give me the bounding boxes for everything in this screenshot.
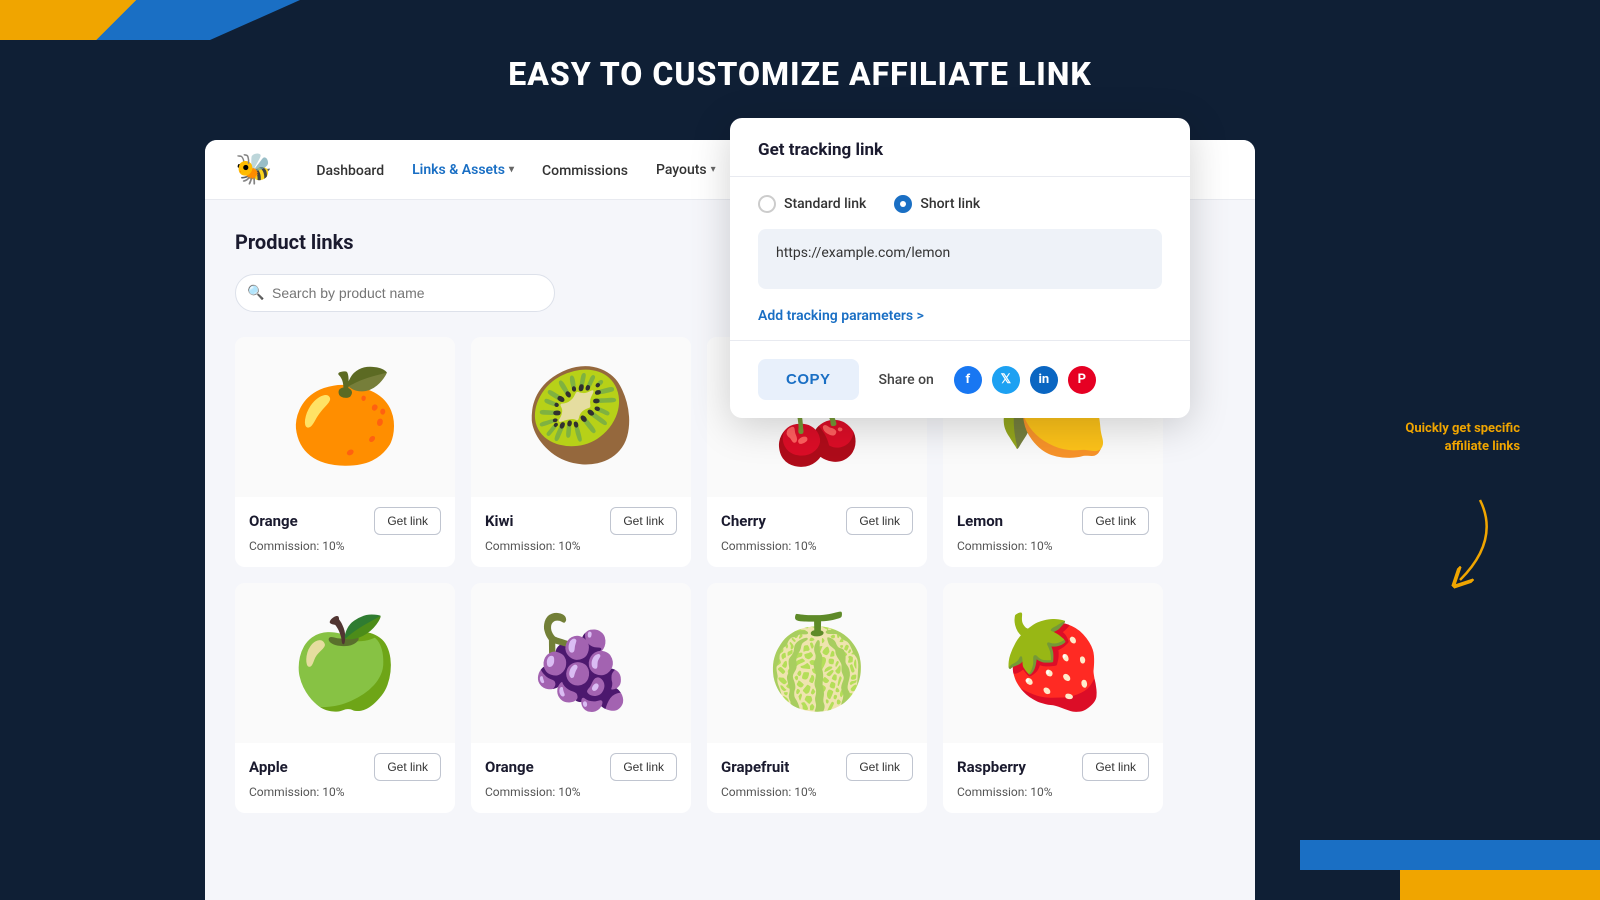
search-icon: 🔍 [247,285,264,301]
kiwi-emoji: 🥝 [525,372,637,462]
radio-circle-short [894,195,912,213]
product-image-grapes: 🍇 [471,583,691,743]
nav-link-links-assets[interactable]: Links & Assets ▾ [412,162,514,178]
product-card-grapes: 🍇 Orange Get link Commission: 10% [471,583,691,813]
bee-icon: 🐝 [235,152,272,187]
payouts-arrow-icon: ▾ [711,164,716,175]
product-name-apple: Apple [249,758,288,776]
bottom-right-accent-gold [1400,870,1600,900]
search-input[interactable] [235,274,555,312]
twitter-icon[interactable]: 𝕏 [992,366,1020,394]
product-image-raspberry: 🍓 [943,583,1163,743]
product-commission-cherry: Commission: 10% [707,535,927,553]
apple-emoji: 🍏 [289,618,401,708]
popup-header: Get tracking link [730,118,1190,177]
product-card-raspberry: 🍓 Raspberry Get link Commission: 10% [943,583,1163,813]
orange-emoji: 🍊 [289,372,401,462]
product-name-grapes: Orange [485,758,534,776]
get-link-button-kiwi[interactable]: Get link [610,507,677,535]
radio-short-link[interactable]: Short link [894,195,980,213]
product-commission-lemon: Commission: 10% [943,535,1163,553]
product-commission-kiwi: Commission: 10% [471,535,691,553]
product-card-grapefruit: 🍈 Grapefruit Get link Commission: 10% [707,583,927,813]
product-image-apple: 🍏 [235,583,455,743]
product-commission-grapes: Commission: 10% [471,781,691,799]
product-commission-orange: Commission: 10% [235,535,455,553]
nav-item-commissions[interactable]: Commissions [542,160,628,179]
product-name-raspberry: Raspberry [957,758,1026,776]
popup-footer: COPY Share on f 𝕏 in P [730,341,1190,418]
product-name-grapefruit: Grapefruit [721,758,789,776]
get-link-button-apple[interactable]: Get link [374,753,441,781]
nav-link-commissions[interactable]: Commissions [542,163,628,179]
product-info-cherry: Cherry Get link [707,497,927,535]
nav-item-payouts[interactable]: Payouts ▾ [656,162,716,178]
social-icons: f 𝕏 in P [954,366,1096,394]
facebook-icon[interactable]: f [954,366,982,394]
product-commission-apple: Commission: 10% [235,781,455,799]
product-image-orange: 🍊 [235,337,455,497]
product-info-orange: Orange Get link [235,497,455,535]
product-name-lemon: Lemon [957,512,1003,530]
popup-link-options: Standard link Short link [730,177,1190,213]
product-name-cherry: Cherry [721,512,766,530]
product-image-kiwi: 🥝 [471,337,691,497]
arrow-annotation: Quickly get specific affiliate links [1400,480,1520,604]
navbar-logo: 🐝 [235,152,276,187]
nav-item-links-assets[interactable]: Links & Assets ▾ [412,162,514,178]
product-info-grapefruit: Grapefruit Get link [707,743,927,781]
product-info-lemon: Lemon Get link [943,497,1163,535]
nav-link-dashboard[interactable]: Dashboard [316,163,384,179]
get-link-button-cherry[interactable]: Get link [846,507,913,535]
popup-title: Get tracking link [758,140,1162,160]
grapefruit-emoji: 🍈 [761,618,873,708]
get-link-button-raspberry[interactable]: Get link [1082,753,1149,781]
product-info-apple: Apple Get link [235,743,455,781]
radio-circle-standard [758,195,776,213]
product-card-apple: 🍏 Apple Get link Commission: 10% [235,583,455,813]
popup-url-box: https://example.com/lemon [758,229,1162,289]
product-image-grapefruit: 🍈 [707,583,927,743]
nav-link-payouts[interactable]: Payouts ▾ [656,162,716,178]
product-name-kiwi: Kiwi [485,512,514,530]
share-on-label: Share on [879,372,934,388]
popup-tracking-link: Add tracking parameters > [730,305,1190,340]
get-link-button-orange[interactable]: Get link [374,507,441,535]
grapes-emoji: 🍇 [525,618,637,708]
product-commission-grapefruit: Commission: 10% [707,781,927,799]
product-info-kiwi: Kiwi Get link [471,497,691,535]
product-info-raspberry: Raspberry Get link [943,743,1163,781]
raspberry-emoji: 🍓 [997,618,1109,708]
links-assets-arrow-icon: ▾ [509,164,514,175]
nav-item-dashboard[interactable]: Dashboard [316,160,384,179]
linkedin-icon[interactable]: in [1030,366,1058,394]
pinterest-icon[interactable]: P [1068,366,1096,394]
get-link-button-grapes[interactable]: Get link [610,753,677,781]
radio-standard-link[interactable]: Standard link [758,195,866,213]
product-card-kiwi: 🥝 Kiwi Get link Commission: 10% [471,337,691,567]
search-container: 🔍 [235,274,555,312]
product-name-orange: Orange [249,512,298,530]
product-card-orange: 🍊 Orange Get link Commission: 10% [235,337,455,567]
curved-arrow-svg [1400,480,1520,600]
product-info-grapes: Orange Get link [471,743,691,781]
annotation-text: Quickly get specific affiliate links [1400,420,1520,456]
copy-button[interactable]: COPY [758,359,859,400]
product-commission-raspberry: Commission: 10% [943,781,1163,799]
bottom-right-accent-blue [1300,840,1600,870]
short-link-label: Short link [920,196,980,212]
add-tracking-parameters-link[interactable]: Add tracking parameters > [758,308,924,324]
tracking-popup: Get tracking link Standard link Short li… [730,118,1190,418]
standard-link-label: Standard link [784,196,866,212]
get-link-button-grapefruit[interactable]: Get link [846,753,913,781]
get-link-button-lemon[interactable]: Get link [1082,507,1149,535]
